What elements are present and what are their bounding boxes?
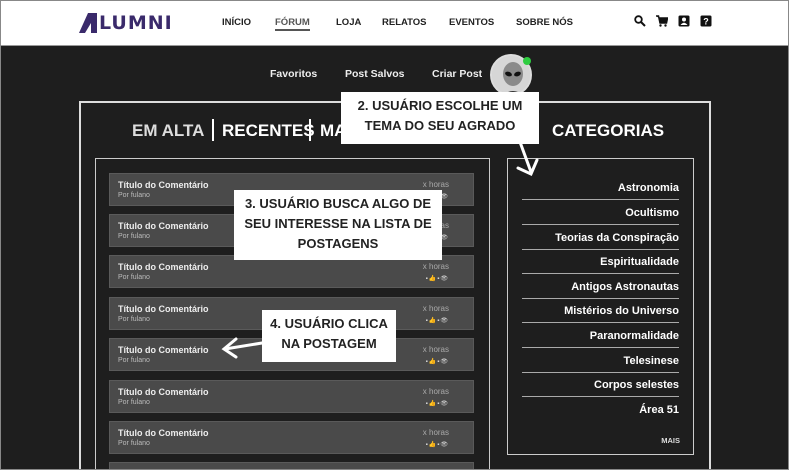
annotation-step3: 3. USUÁRIO BUSCA ALGO DE SEU INTERESSE N… [234,190,442,260]
arrow-step2 [518,140,533,174]
annotation-step4: 4. USUÁRIO CLICA NA POSTAGEM [262,310,396,362]
annotation-step2: 2. USUÁRIO ESCOLHE UM TEMA DO SEU AGRADO [341,92,539,144]
